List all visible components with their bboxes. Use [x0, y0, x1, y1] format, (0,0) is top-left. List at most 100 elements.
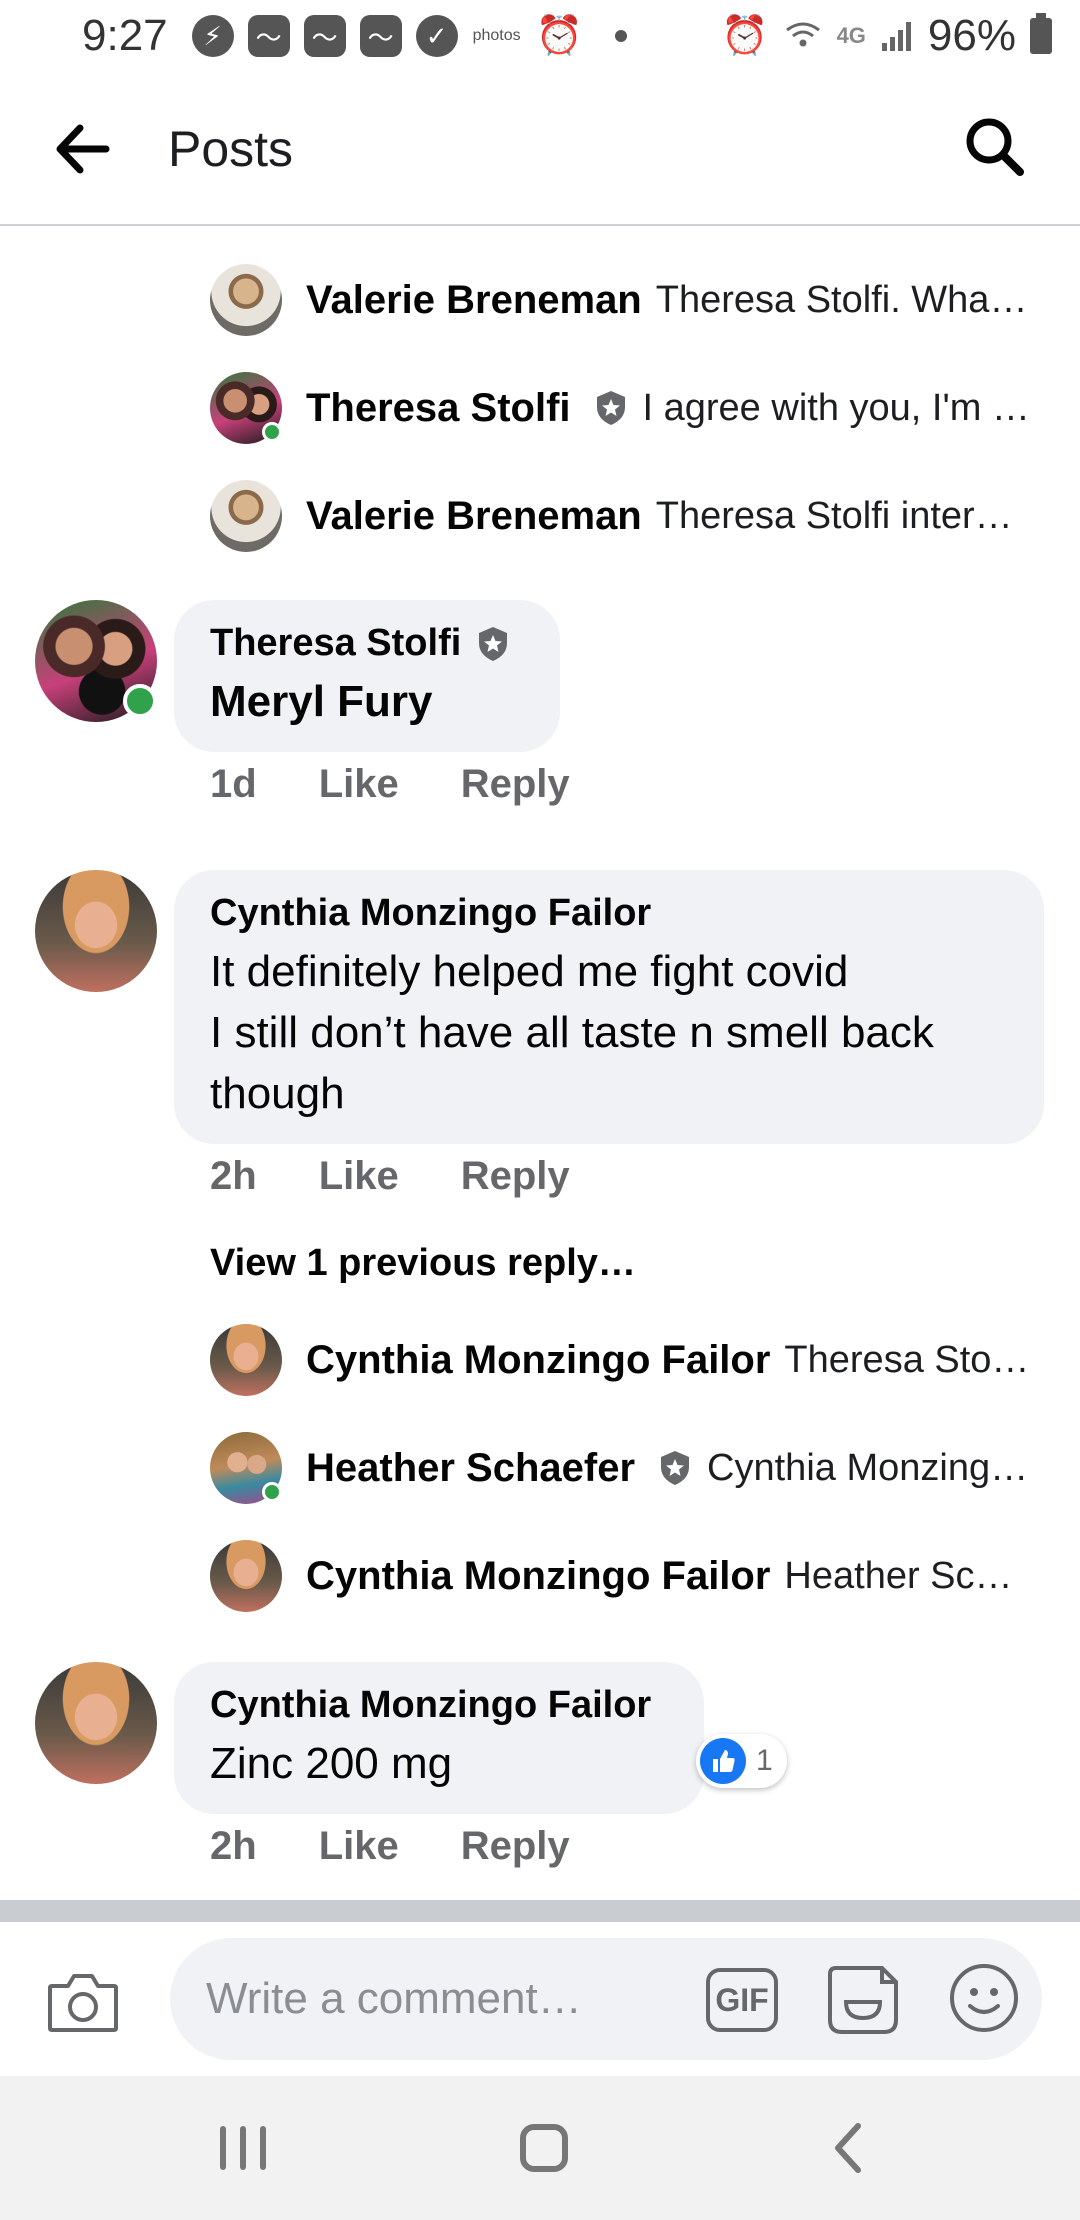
shield-badge-icon [479, 626, 508, 661]
avatar[interactable] [35, 1662, 157, 1784]
shield-badge-icon [596, 391, 625, 425]
amazon-photos-icon: photos [472, 27, 521, 44]
reply-row[interactable]: Cynthia Monzingo Failor Theresa Stol… [210, 1324, 1030, 1396]
news-icon: 〜 [359, 15, 402, 57]
battery-percent: 96% [927, 11, 1016, 60]
network-type: 4G [836, 23, 866, 48]
comment-author-name[interactable]: Theresa Stolfi [210, 622, 461, 665]
like-button[interactable]: Like [319, 1824, 399, 1869]
check-icon: ✓ [415, 15, 458, 57]
online-indicator [123, 684, 157, 718]
reply-preview[interactable]: I agree with you, I'm … [643, 387, 1030, 430]
reply-row[interactable]: Valerie Breneman Theresa Stolfi. What… [210, 264, 1030, 336]
gif-button[interactable]: GIF [706, 1968, 778, 2032]
comment-author-name[interactable]: Cynthia Monzingo Failor [210, 892, 651, 935]
comment-text: Zinc 200 mg [210, 1739, 453, 1788]
app-header: Posts [0, 72, 1080, 226]
comment-text-line: though [210, 1069, 345, 1118]
thumbs-up-icon [700, 1738, 746, 1784]
reaction-summary[interactable]: 1 [696, 1734, 787, 1788]
signal-icon [881, 22, 911, 51]
recents-bar-icon [240, 2126, 246, 2170]
reply-button[interactable]: Reply [461, 762, 570, 807]
shield-badge-icon [661, 1451, 690, 1485]
comment-author-name[interactable]: Cynthia Monzingo Failor [210, 1684, 651, 1727]
view-previous-replies[interactable]: View 1 previous reply… [210, 1242, 636, 1285]
comment-author[interactable]: Cynthia Monzingo Failor [210, 1684, 668, 1727]
comment-age: 2h [210, 1824, 257, 1868]
comment-text-line: It definitely helped me fight covid [210, 947, 849, 996]
avatar[interactable] [210, 1432, 282, 1504]
comment-author[interactable]: Theresa Stolfi [210, 622, 524, 665]
reply-author[interactable]: Valerie Breneman [306, 278, 642, 323]
reply-preview[interactable]: Heather Sch… [784, 1555, 1030, 1598]
comment-actions: 2h Like Reply [210, 1824, 632, 1869]
comment-text-line: I still don’t have all taste n smell bac… [210, 1008, 934, 1057]
avatar[interactable] [35, 600, 157, 722]
news-icon: 〜 [247, 15, 290, 57]
chevron-left-icon[interactable] [828, 2120, 868, 2176]
divider [0, 1900, 1080, 1922]
comment-composer: GIF [0, 1922, 1080, 2076]
status-bar: 9:27 ⚡ 〜 〜 〜 ✓ photos ⏰ ⏰ 4G 96% [0, 0, 1080, 72]
reply-row[interactable]: Theresa Stolfi I agree with you, I'm … [210, 372, 1030, 444]
comment-bubble[interactable]: Cynthia Monzingo Failor Zinc 200 mg [174, 1662, 704, 1814]
reply-author[interactable]: Cynthia Monzingo Failor [306, 1554, 770, 1599]
comment-text: It definitely helped me fight covid I st… [210, 941, 1008, 1124]
avatar[interactable] [210, 264, 282, 336]
search-icon[interactable] [962, 114, 1028, 180]
emoji-icon[interactable] [948, 1962, 1020, 2034]
sticker-icon[interactable] [826, 1962, 900, 2036]
comment-actions: 2h Like Reply [210, 1154, 632, 1199]
comment-bubble[interactable]: Theresa Stolfi Meryl Fury [174, 600, 560, 752]
system-nav-bar [0, 2076, 1080, 2220]
comment-age: 1d [210, 762, 257, 806]
reply-preview[interactable]: Theresa Stol… [784, 1339, 1030, 1382]
avatar[interactable] [210, 1324, 282, 1396]
comment-bubble[interactable]: Cynthia Monzingo Failor It definitely he… [174, 870, 1044, 1144]
camera-icon[interactable] [46, 1970, 120, 2034]
status-right: ⏰ 4G 96% [721, 11, 1052, 61]
like-button[interactable]: Like [319, 1154, 399, 1199]
like-button[interactable]: Like [319, 762, 399, 807]
recents-bar-icon [260, 2126, 266, 2170]
home-button[interactable] [520, 2124, 568, 2172]
reply-author[interactable]: Valerie Breneman [306, 494, 642, 539]
avatar[interactable] [210, 480, 282, 552]
page-title: Posts [168, 121, 294, 177]
recents-bar-icon [220, 2126, 226, 2170]
online-indicator [262, 422, 282, 442]
status-time: 9:27 [82, 11, 168, 60]
news-icon: 〜 [303, 15, 346, 57]
comment-input[interactable] [170, 1938, 1042, 2060]
comment-age: 2h [210, 1154, 257, 1198]
comment-author[interactable]: Cynthia Monzingo Failor [210, 892, 1008, 935]
reply-preview[interactable]: Theresa Stolfi. What… [656, 279, 1030, 322]
reply-row[interactable]: Heather Schaefer Cynthia Monzing… [210, 1432, 1030, 1504]
comment-text: Meryl Fury [210, 677, 433, 726]
avatar[interactable] [210, 372, 282, 444]
status-left: 9:27 ⚡ 〜 〜 〜 ✓ photos ⏰ [82, 11, 627, 61]
avatar[interactable] [35, 870, 157, 992]
online-indicator [262, 1482, 282, 1502]
reply-row[interactable]: Cynthia Monzingo Failor Heather Sch… [210, 1540, 1030, 1612]
avatar[interactable] [210, 1540, 282, 1612]
messenger-icon: ⚡ [191, 15, 234, 57]
battery-icon [1030, 13, 1052, 54]
reply-preview[interactable]: Cynthia Monzing… [707, 1447, 1028, 1490]
reply-author[interactable]: Theresa Stolfi [306, 386, 571, 431]
recents-button[interactable] [220, 2126, 266, 2170]
arrow-left-icon[interactable] [52, 122, 112, 176]
reply-button[interactable]: Reply [461, 1824, 570, 1869]
dot-icon [614, 30, 627, 42]
reply-button[interactable]: Reply [461, 1154, 570, 1199]
reply-row[interactable]: Valerie Breneman Theresa Stolfi intere… [210, 480, 1030, 552]
alarm-icon: ⏰ [535, 15, 583, 57]
reply-author[interactable]: Cynthia Monzingo Failor [306, 1338, 770, 1383]
comment-actions: 1d Like Reply [210, 762, 632, 807]
wifi-icon [785, 22, 820, 47]
reply-preview[interactable]: Theresa Stolfi intere… [656, 495, 1030, 538]
reply-author[interactable]: Heather Schaefer [306, 1446, 635, 1491]
reaction-count: 1 [756, 1744, 773, 1777]
alarm-icon: ⏰ [721, 15, 769, 57]
